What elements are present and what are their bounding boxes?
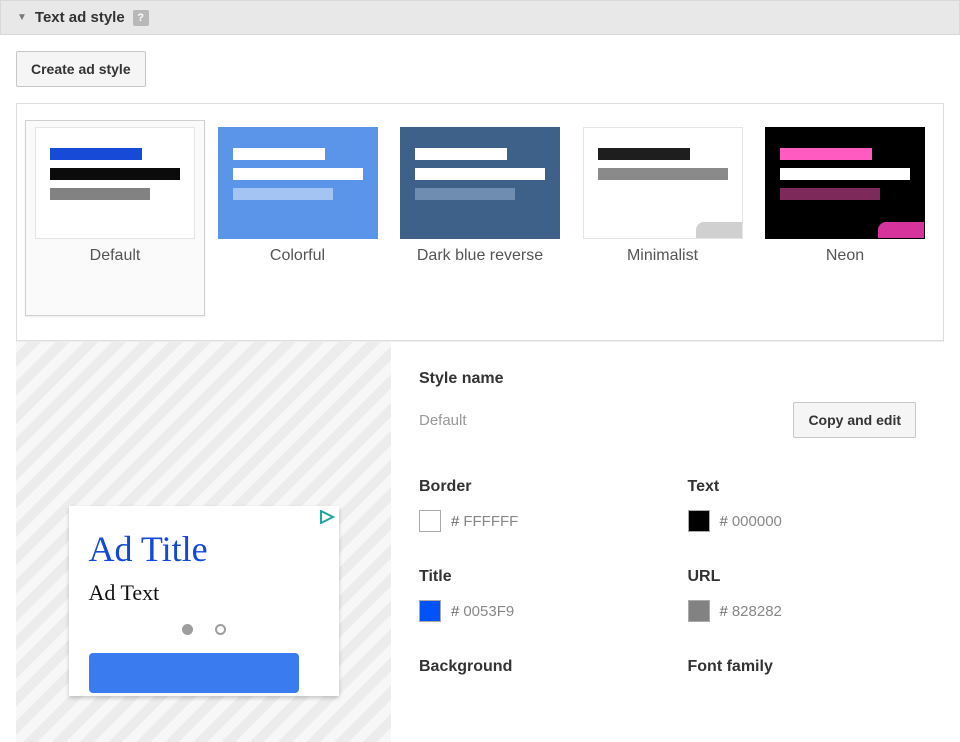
style-name-value: Default: [419, 412, 467, 429]
border-hex: #FFFFFF: [451, 513, 518, 530]
border-label: Border: [419, 478, 648, 496]
text-hex: #000000: [720, 513, 782, 530]
style-card[interactable]: Minimalist: [573, 120, 753, 280]
style-thumb: [35, 127, 195, 239]
section-title: Text ad style: [35, 9, 125, 26]
section-header[interactable]: ▼ Text ad style ?: [0, 0, 960, 35]
background-label: Background: [419, 658, 648, 676]
style-thumb: [400, 127, 560, 239]
title-label: Title: [419, 568, 648, 586]
title-color-swatch[interactable]: [419, 600, 441, 622]
font-family-label: Font family: [688, 658, 917, 676]
style-card-name: Neon: [762, 247, 928, 265]
ad-preview-pager: [89, 624, 319, 635]
style-card-name: Dark blue reverse: [397, 247, 563, 265]
style-card[interactable]: Default: [25, 120, 205, 316]
text-label: Text: [688, 478, 917, 496]
create-ad-style-button[interactable]: Create ad style: [16, 51, 146, 87]
style-detail: Ad Title Ad Text Style name Default Copy…: [16, 341, 944, 742]
border-color-swatch[interactable]: [419, 510, 441, 532]
text-color-swatch[interactable]: [688, 510, 710, 532]
copy-and-edit-button[interactable]: Copy and edit: [793, 402, 916, 438]
style-form: Style name Default Copy and edit Border …: [391, 342, 944, 742]
style-thumb: [583, 127, 743, 239]
style-card[interactable]: Neon: [755, 120, 935, 280]
ad-preview-cta-button: [89, 653, 299, 693]
ad-preview-pane: Ad Title Ad Text: [16, 342, 391, 742]
style-thumb: [218, 127, 378, 239]
style-card-name: Minimalist: [580, 247, 746, 265]
style-card-name: Default: [32, 247, 198, 265]
url-color-swatch[interactable]: [688, 600, 710, 622]
style-gallery: Default Colorful Dark blue reverse Minimali…: [16, 103, 944, 341]
adchoices-icon: [319, 510, 335, 524]
title-hex: #0053F9: [451, 603, 514, 620]
style-card[interactable]: Colorful: [208, 120, 388, 280]
ad-preview-card: Ad Title Ad Text: [69, 506, 339, 696]
url-hex: #828282: [720, 603, 782, 620]
style-name-label: Style name: [419, 370, 916, 388]
ad-preview-title: Ad Title: [89, 528, 319, 570]
ad-preview-text: Ad Text: [89, 580, 319, 606]
style-card[interactable]: Dark blue reverse: [390, 120, 570, 280]
pager-dot[interactable]: [182, 624, 193, 635]
pager-dot[interactable]: [215, 624, 226, 635]
url-label: URL: [688, 568, 917, 586]
caret-down-icon: ▼: [17, 12, 27, 23]
help-icon[interactable]: ?: [133, 10, 149, 26]
style-thumb: [765, 127, 925, 239]
style-card-name: Colorful: [215, 247, 381, 265]
